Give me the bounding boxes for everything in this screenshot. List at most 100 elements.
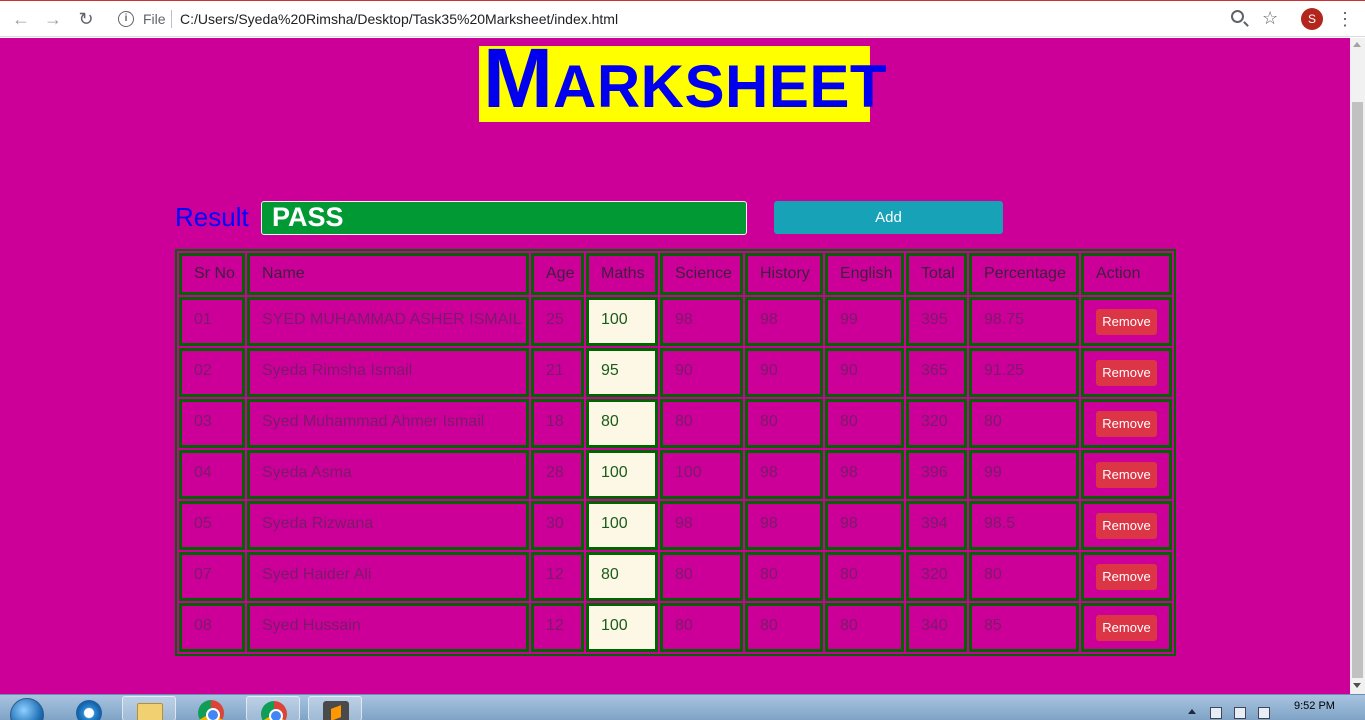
table-cell: 80 [586,552,658,601]
remove-button[interactable]: Remove [1096,564,1157,590]
info-icon[interactable]: i [118,11,134,27]
table-cell: 394 [906,501,967,550]
table-cell: 98 [660,501,743,550]
network-icon[interactable] [1234,707,1246,719]
table-cell: 90 [660,348,743,397]
remove-button[interactable]: Remove [1096,360,1157,386]
forward-arrow-icon[interactable]: → [42,8,64,30]
table-cell: 80 [586,399,658,448]
table-cell: 95 [586,348,658,397]
kebab-menu-icon[interactable]: ⋮ [1336,8,1354,30]
table-row: 07 Syed Haider Ali 12 80 80 80 80 320 80 Remove [179,552,1172,601]
table-cell: 100 [586,603,658,652]
table-cell: 98 [745,450,823,499]
browser-toolbar: ← → ↻ i File C:/Users/Syeda%20Rimsha/Des… [0,0,1365,37]
vertical-scrollbar[interactable] [1350,38,1365,694]
bookmark-star-icon[interactable]: ☆ [1262,7,1278,29]
tray-expand-icon[interactable] [1188,709,1196,714]
internet-explorer-icon [76,700,102,720]
table-cell: Syeda Rizwana [247,501,529,550]
table-cell: 80 [660,603,743,652]
remove-button[interactable]: Remove [1096,462,1157,488]
table-cell: SYED MUHAMMAD ASHER ISMAIL [247,297,529,346]
action-cell: Remove [1081,297,1172,346]
taskbar-chrome-1[interactable] [184,696,238,720]
table-cell: 28 [531,450,584,499]
table-cell: 395 [906,297,967,346]
table-cell: 80 [660,552,743,601]
action-cell: Remove [1081,399,1172,448]
taskbar-clock[interactable]: 9:52 PM [1294,700,1335,712]
column-header: Sr No [179,253,245,295]
table-row: 08 Syed Hussain 12 100 80 80 80 340 85 Remove [179,603,1172,652]
table-cell: 80 [825,552,904,601]
table-cell: 98 [825,501,904,550]
remove-button[interactable]: Remove [1096,513,1157,539]
action-cell: Remove [1081,552,1172,601]
result-input[interactable]: PASS [261,201,747,235]
title-first-letter: M [483,38,553,125]
reload-icon[interactable]: ↻ [75,8,97,30]
taskbar-sublime[interactable] [308,696,362,720]
table-cell: 100 [660,450,743,499]
add-button[interactable]: Add [774,201,1003,234]
table-cell: 85 [969,603,1079,652]
action-cell: Remove [1081,450,1172,499]
column-header: Science [660,253,743,295]
zoom-icon[interactable] [1231,10,1244,23]
table-cell: 98 [745,297,823,346]
profile-avatar[interactable]: S [1301,8,1323,30]
action-cell: Remove [1081,603,1172,652]
taskbar-explorer[interactable] [122,696,176,720]
taskbar-ie[interactable] [62,696,116,720]
table-cell: 365 [906,348,967,397]
table-row: 05 Syeda Rizwana 30 100 98 98 98 394 98.5 Remove [179,501,1172,550]
table-cell: 80 [825,603,904,652]
url-text[interactable]: C:/Users/Syeda%20Rimsha/Desktop/Task35%2… [180,11,618,27]
table-cell: 98 [745,501,823,550]
table-cell: 07 [179,552,245,601]
table-cell: 80 [825,399,904,448]
table-cell: Syed Haider Ali [247,552,529,601]
address-separator [171,10,172,28]
scroll-down-icon[interactable] [1353,683,1361,688]
action-cell: Remove [1081,501,1172,550]
action-center-flag-icon[interactable] [1210,707,1222,719]
table-cell: 01 [179,297,245,346]
title-rest: ARKSHEET [552,53,888,120]
remove-button[interactable]: Remove [1096,411,1157,437]
column-header: Total [906,253,967,295]
taskbar-chrome-2[interactable] [246,696,300,720]
page-body: MARKSHEET Result PASS Add Sr No Name Age Ma… [0,38,1350,694]
table-cell: 396 [906,450,967,499]
column-header: Maths [586,253,658,295]
remove-button[interactable]: Remove [1096,309,1157,335]
table-row: 03 Syed Muhammad Ahmer Ismail 18 80 80 80 80 32… [179,399,1172,448]
scrollbar-thumb[interactable] [1352,102,1363,678]
back-arrow-icon[interactable]: ← [10,8,32,30]
table-cell: 98 [825,450,904,499]
column-header: Name [247,253,529,295]
remove-button[interactable]: Remove [1096,615,1157,641]
table-cell: 80 [745,552,823,601]
address-bar[interactable]: i File C:/Users/Syeda%20Rimsha/Desktop/T… [108,5,1288,33]
table-cell: 100 [586,450,658,499]
page-title: MARKSHEET [483,38,887,128]
chrome-icon [198,700,224,720]
table-body: 01 SYED MUHAMMAD ASHER ISMAIL 25 100 98 98 99 3… [179,297,1172,652]
chrome-icon [261,701,287,720]
file-label: File [143,11,166,27]
scroll-up-icon[interactable] [1353,42,1361,47]
table-cell: 03 [179,399,245,448]
table-cell: 05 [179,501,245,550]
start-button[interactable] [4,695,44,720]
table-cell: 18 [531,399,584,448]
table-cell: 80 [745,603,823,652]
table-cell: 80 [969,399,1079,448]
folder-icon [137,703,163,720]
column-header: English [825,253,904,295]
table-cell: 99 [969,450,1079,499]
volume-icon[interactable] [1258,707,1270,719]
table-cell: 08 [179,603,245,652]
table-cell: 100 [586,501,658,550]
